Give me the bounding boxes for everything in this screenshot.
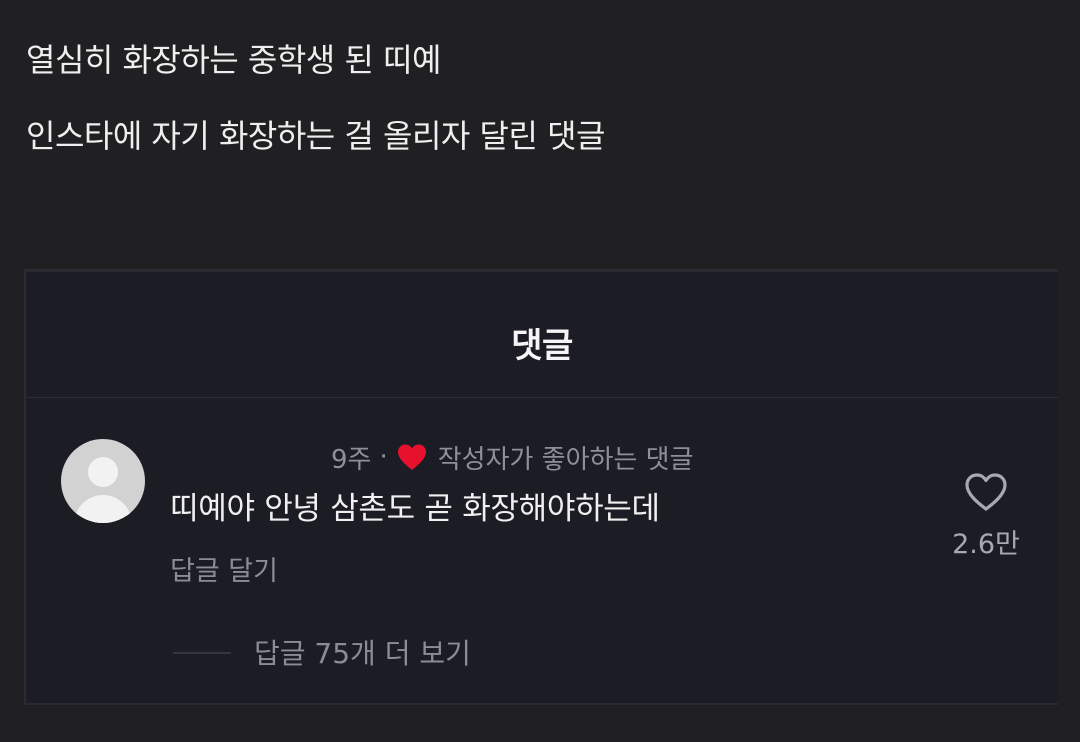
- comments-screenshot: 댓글 9주 · 작성자가 좋아하는 댓글 띠예야 안녕 삼촌도 곧 화장해야하는…: [24, 269, 1058, 705]
- avatar-icon[interactable]: [61, 439, 145, 523]
- post-caption-line-1: 열심히 화장하는 중학생 된 띠예: [26, 41, 441, 79]
- avatar-head-shape: [88, 457, 118, 487]
- post-caption-line-2: 인스타에 자기 화장하는 걸 올리자 달린 댓글: [26, 117, 605, 155]
- replies-divider: [173, 652, 231, 654]
- like-count: 2.6만: [952, 529, 1020, 560]
- creator-liked-heart-icon: [397, 444, 426, 470]
- comment-time: 9주: [331, 444, 372, 475]
- creator-liked-label: 작성자가 좋아하는 댓글: [437, 444, 694, 475]
- meta-separator: ·: [379, 442, 388, 472]
- view-more-replies-button[interactable]: 답글 75개 더 보기: [254, 632, 471, 672]
- post-container: 열심히 화장하는 중학생 된 띠예 인스타에 자기 화장하는 걸 올리자 달린 …: [0, 0, 1080, 742]
- comment-like: 2.6만: [926, 472, 1046, 561]
- sheet-title: 댓글: [511, 326, 573, 366]
- comment-text: 띠예야 안녕 삼촌도 곧 화장해야하는데: [170, 491, 660, 527]
- comments-sheet-header: 댓글: [26, 272, 1058, 398]
- comment-meta: 9주 · 작성자가 좋아하는 댓글: [331, 437, 693, 477]
- avatar-body-shape: [74, 495, 132, 523]
- like-heart-icon[interactable]: [963, 472, 1009, 512]
- reply-button[interactable]: 답글 달기: [170, 549, 278, 588]
